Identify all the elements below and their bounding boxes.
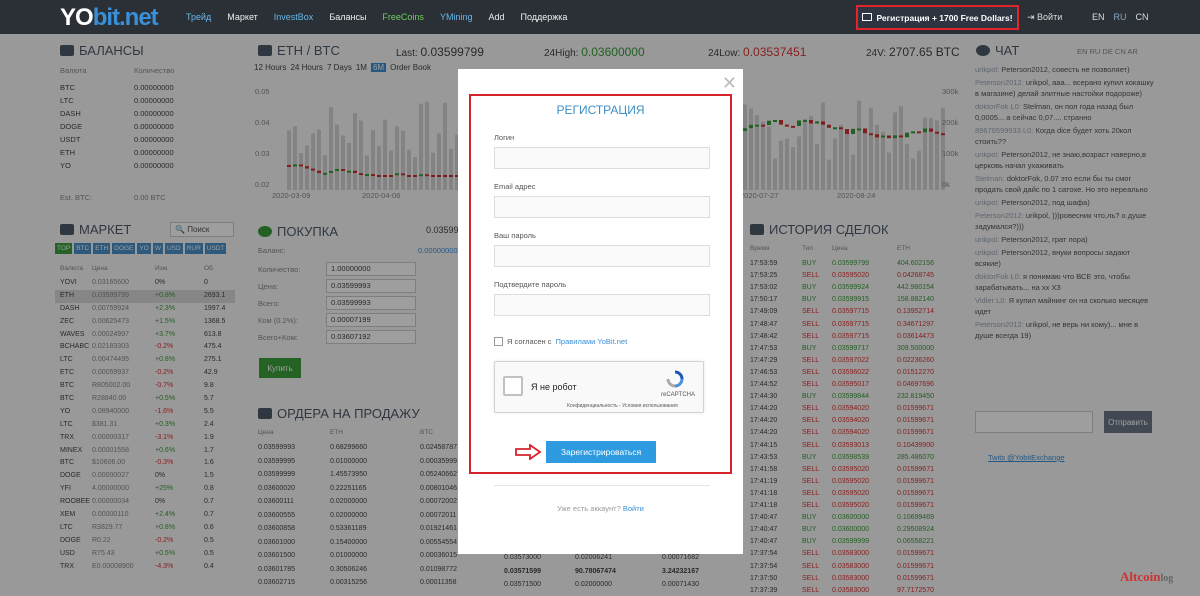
nav-link[interactable]: YMining [440,12,473,22]
login-label: Логин [494,133,515,142]
register-submit-button[interactable]: Зарегистрироваться [546,441,656,463]
lang-option[interactable]: EN [1092,12,1105,22]
email-input[interactable] [494,196,710,218]
modal-login-link[interactable]: Войти [623,504,644,513]
nav-link[interactable]: InvestBox [274,12,314,22]
nav-link[interactable]: Маркет [227,12,257,22]
nav-links: Трейд Маркет InvestBox Балансы FreeCoins YMin… [186,12,567,22]
nav-link[interactable]: Add [488,12,504,22]
nav-link[interactable]: Балансы [329,12,366,22]
language-switcher: EN RU CN [1092,12,1149,22]
agree-checkbox[interactable] [494,337,503,346]
already-account-row: Уже есть аккаунт? Войти [557,504,644,513]
nav-link[interactable]: Поддержка [520,12,567,22]
arrow-right-icon [515,444,542,460]
top-navbar: YObit.net Трейд Маркет InvestBox Балансы Fre… [0,0,1200,34]
nav-link[interactable]: Трейд [186,12,211,22]
yobit-logo[interactable]: YObit.net [60,4,159,32]
close-icon[interactable]: ✕ [722,73,737,94]
chat-icon [862,13,873,21]
modal-title: РЕГИСТРАЦИЯ [556,103,645,117]
recaptcha-label: Я не робот [531,382,577,392]
confirm-password-input[interactable] [494,294,710,316]
agree-row: Я согласен с Правилами YoBit.net [494,337,627,346]
recaptcha-checkbox[interactable] [503,376,523,396]
recaptcha-brand: reCAPTCHA [661,392,696,398]
login-input[interactable] [494,147,710,169]
recaptcha-icon [666,370,684,388]
lang-option[interactable]: RU [1114,12,1127,22]
agree-text: Я согласен с [507,337,552,346]
recaptcha-widget: Я не робот reCAPTCHA Конфиденциальность … [494,361,704,413]
nav-link[interactable]: FreeCoins [382,12,424,22]
password-label: Ваш пароль [494,231,536,240]
login-link[interactable]: ⇥ Войти [1027,12,1062,23]
modal-divider [494,485,710,486]
rules-link[interactable]: Правилами YoBit.net [556,337,628,346]
email-label: Email адрес [494,182,536,191]
recaptcha-privacy[interactable]: Конфиденциальность - Условия использован… [567,403,678,409]
confirm-password-label: Подтвердите пароль [494,280,567,289]
password-input[interactable] [494,245,710,267]
lang-option[interactable]: CN [1136,12,1149,22]
watermark: Altcoinlog [1120,569,1174,584]
register-bonus-button[interactable]: Регистрация + 1700 Free Dollars! [856,5,1019,30]
